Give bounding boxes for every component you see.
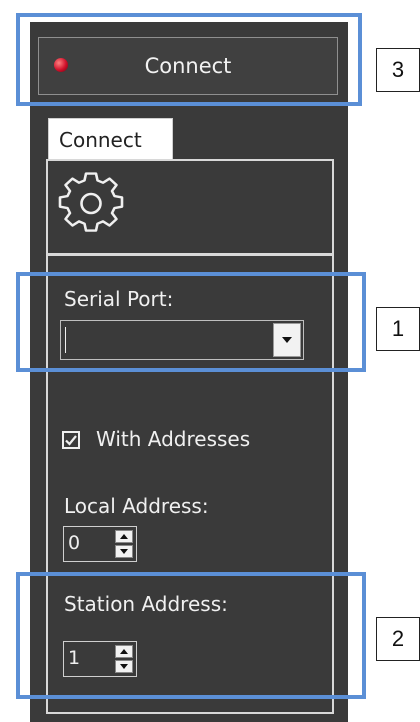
arrow-down-icon xyxy=(120,549,128,554)
local-address-label: Local Address: xyxy=(64,494,209,518)
local-address-up-button[interactable] xyxy=(115,530,133,543)
gear-icon[interactable] xyxy=(58,172,124,238)
checkmark-icon xyxy=(65,435,77,446)
callout-number-2: 2 xyxy=(376,617,420,661)
with-addresses-label: With Addresses xyxy=(96,427,251,451)
callout-box-2 xyxy=(16,572,366,699)
divider xyxy=(48,253,332,256)
tab-connect[interactable]: Connect xyxy=(48,118,173,160)
local-address-stepper[interactable]: 0 xyxy=(63,526,137,562)
callout-number-1: 1 xyxy=(376,307,420,351)
local-address-value: 0 xyxy=(68,532,81,554)
callout-box-1 xyxy=(16,272,366,372)
callout-box-3 xyxy=(16,13,362,106)
local-address-down-button[interactable] xyxy=(115,545,133,558)
tab-connect-label: Connect xyxy=(59,127,142,152)
arrow-up-icon xyxy=(120,534,128,539)
callout-number-3: 3 xyxy=(376,48,420,92)
with-addresses-checkbox[interactable] xyxy=(62,431,80,449)
